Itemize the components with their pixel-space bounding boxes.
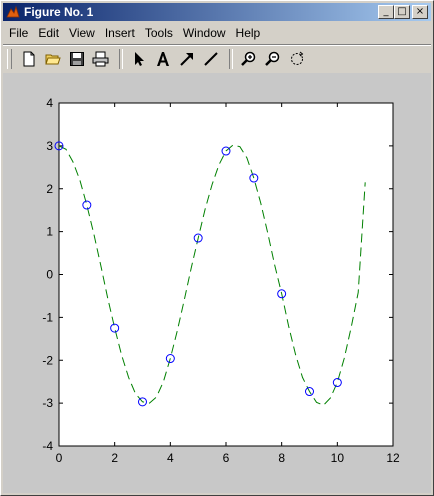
- zoom-in-icon: [241, 51, 256, 66]
- plot-area[interactable]: 0 2 4 6 8 10 12 43210-1-2-3-4: [3, 73, 431, 493]
- y-tick-label: 1: [46, 225, 53, 239]
- x-tick-label: 4: [167, 451, 174, 465]
- x-tick-label: 2: [111, 451, 118, 465]
- figure-window: Figure No. 1 _ □ × File Edit View Insert…: [0, 0, 434, 496]
- matlab-logo-icon: [6, 5, 20, 18]
- x-tick-label: 12: [386, 451, 400, 465]
- zoom-out-icon: [265, 51, 280, 66]
- menu-bar: File Edit View Insert Tools Window Help: [3, 23, 431, 42]
- menu-tools[interactable]: Tools: [140, 26, 178, 40]
- maximize-icon: □: [397, 6, 407, 17]
- menu-view[interactable]: View: [64, 26, 100, 40]
- text-tool-icon: [157, 52, 169, 66]
- arrow-tool-icon: [180, 53, 193, 66]
- y-tick-label: 4: [46, 96, 53, 110]
- open-button[interactable]: [42, 48, 64, 70]
- rotate-3d-button[interactable]: [286, 48, 308, 70]
- maximize-button[interactable]: □: [394, 5, 410, 19]
- zoom-in-button[interactable]: [238, 48, 260, 70]
- zoom-out-button[interactable]: [262, 48, 284, 70]
- line-tool-icon: [204, 52, 218, 66]
- close-icon: ×: [415, 6, 425, 17]
- rotate-3d-icon: [291, 51, 304, 65]
- window-title: Figure No. 1: [24, 5, 94, 19]
- save-icon: [70, 52, 84, 66]
- y-tick-label: -1: [42, 310, 53, 324]
- new-file-icon: [23, 51, 35, 67]
- save-button[interactable]: [66, 48, 88, 70]
- insert-line-button[interactable]: [200, 48, 222, 70]
- open-folder-icon: [45, 54, 61, 65]
- figure-canvas: 0 2 4 6 8 10 12 4 3 2 1 0 -1 -2 -3 -4: [3, 73, 431, 493]
- menu-file[interactable]: File: [3, 26, 33, 40]
- y-tick-label: -3: [42, 396, 53, 410]
- y-tick-label: 3: [46, 139, 53, 153]
- select-button[interactable]: [128, 48, 150, 70]
- y-tick-label: 2: [46, 182, 53, 196]
- axes-background: [58, 102, 394, 447]
- insert-text-button[interactable]: [152, 48, 174, 70]
- new-file-button[interactable]: [18, 48, 40, 70]
- x-tick-label: 6: [223, 451, 230, 465]
- toolbar-separator: [229, 49, 233, 69]
- y-tick-label: -2: [42, 353, 53, 367]
- toolbar-separator: [119, 49, 123, 69]
- menu-window[interactable]: Window: [178, 26, 231, 40]
- menu-insert[interactable]: Insert: [100, 26, 140, 40]
- menu-edit[interactable]: Edit: [33, 26, 64, 40]
- select-arrow-icon: [135, 52, 144, 66]
- x-tick-label: 10: [331, 451, 345, 465]
- title-bar[interactable]: Figure No. 1 _ □ ×: [3, 3, 431, 21]
- minimize-button[interactable]: _: [378, 5, 394, 19]
- x-tick-label: 0: [56, 451, 63, 465]
- minimize-icon: _: [383, 6, 389, 17]
- close-button[interactable]: ×: [412, 5, 428, 19]
- print-icon: [92, 51, 109, 67]
- insert-arrow-button[interactable]: [176, 48, 198, 70]
- menu-help[interactable]: Help: [231, 26, 266, 40]
- figure-toolbar: [3, 44, 431, 73]
- toolbar-grip[interactable]: [7, 49, 12, 69]
- x-tick-label: 8: [278, 451, 285, 465]
- print-button[interactable]: [90, 48, 112, 70]
- y-tick-label: 0: [46, 268, 53, 282]
- window-controls: _ □ ×: [378, 5, 428, 19]
- y-tick-label: -4: [42, 439, 53, 453]
